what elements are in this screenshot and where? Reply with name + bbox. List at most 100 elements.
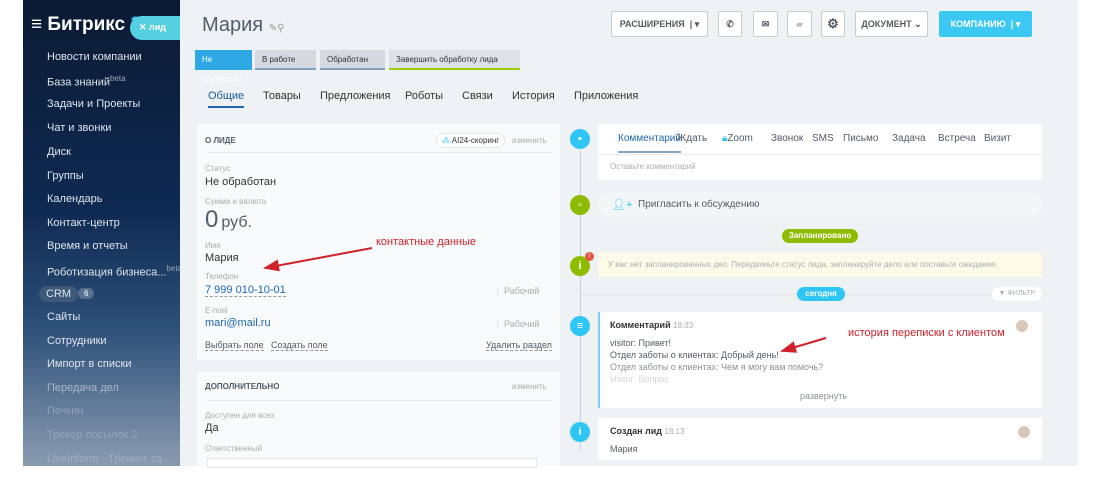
sidebar-item[interactable]: Диск bbox=[47, 146, 71, 158]
tab-offers[interactable]: Предложения bbox=[320, 90, 391, 102]
comment-line: visitor: Вопрос bbox=[610, 374, 669, 384]
editor-tab-sms[interactable]: SMS bbox=[812, 133, 834, 144]
tab-general[interactable]: Общие bbox=[208, 90, 245, 108]
sidebar-item[interactable]: Импорт в списки bbox=[47, 358, 131, 370]
phone-icon[interactable]: ✆ bbox=[718, 11, 742, 37]
comment-header: Комментарий 18:33 bbox=[610, 320, 693, 330]
sidebar-item[interactable]: Сайты bbox=[47, 311, 80, 323]
extensions-button[interactable]: РАСШИРЕНИЯ | ▾ bbox=[611, 11, 708, 37]
invite-button[interactable]: 👤︎+ Пригласить к обсуждению bbox=[598, 192, 1042, 218]
sidebar-item-label: Роботизация бизнеса... bbox=[47, 266, 167, 279]
today-badge: сегодня bbox=[797, 287, 845, 301]
edit-link[interactable]: изменить bbox=[512, 382, 547, 391]
stage-in-work[interactable]: В работе bbox=[255, 50, 316, 70]
sidebar-item[interactable]: Новости компании bbox=[47, 51, 142, 63]
created-name: Мария bbox=[610, 444, 638, 454]
divider bbox=[598, 154, 1042, 155]
entry-title: Создан лид bbox=[610, 426, 662, 436]
sidebar-item[interactable]: Группы bbox=[47, 170, 84, 182]
tab-products[interactable]: Товары bbox=[263, 90, 301, 102]
lead-label: лид bbox=[149, 22, 167, 32]
divider bbox=[205, 152, 552, 153]
filter-button[interactable]: ▼ фильтр bbox=[992, 287, 1042, 301]
sidebar: ≡ Битрикс 24 ✕ лид Новости компании База… bbox=[23, 0, 182, 466]
no-tasks-notice: У вас нет запланированных дел. Передвинь… bbox=[598, 253, 1042, 277]
sidebar-item[interactable]: Роботизация бизнеса...beta bbox=[47, 264, 182, 279]
stage-new[interactable]: Не обработан bbox=[195, 50, 252, 84]
edit-link[interactable]: изменить bbox=[512, 136, 547, 145]
responsible-field[interactable] bbox=[207, 458, 537, 468]
avail-label: Доступен для всех bbox=[205, 411, 275, 420]
sum-value: 0 руб. bbox=[205, 206, 252, 234]
phone-type: Рабочий bbox=[497, 286, 539, 296]
divider bbox=[205, 400, 552, 401]
planned-badge: Запланировано bbox=[782, 229, 858, 243]
document-label: ДОКУМЕНТ bbox=[861, 19, 912, 29]
stage-finish[interactable]: Завершить обработку лида bbox=[389, 50, 520, 70]
document-button[interactable]: ДОКУМЕНТ ⌄ bbox=[855, 11, 928, 37]
status-label: Статус bbox=[205, 164, 231, 173]
alert-badge: ! bbox=[585, 252, 594, 261]
editor-tab-meeting[interactable]: Встреча bbox=[938, 133, 976, 144]
avatar bbox=[1016, 320, 1028, 332]
entry-time: 18:13 bbox=[664, 427, 685, 436]
scoring-button[interactable]: ⁂ AI24-скоринг bbox=[436, 133, 506, 148]
sum-label: Сумма и валюта bbox=[205, 197, 267, 206]
page-title: Мария ✎⚲ bbox=[202, 14, 284, 37]
chat-icon[interactable]: ▰ bbox=[787, 11, 812, 37]
sidebar-item[interactable]: Трекер посылок 2 bbox=[47, 429, 138, 441]
expand-link[interactable]: развернуть bbox=[800, 391, 847, 401]
currency: руб. bbox=[221, 214, 252, 231]
annotation-history: история переписки с клиентом bbox=[848, 327, 1005, 339]
sidebar-item[interactable]: Передача дел bbox=[47, 382, 119, 394]
sidebar-item[interactable]: Контакт-центр bbox=[47, 217, 120, 229]
delete-section-link[interactable]: Удалить раздел bbox=[486, 340, 552, 351]
editor-tab-visit[interactable]: Визит bbox=[984, 133, 1011, 144]
phone-label: Телефон bbox=[205, 272, 239, 281]
logo-text: Битрикс bbox=[47, 14, 126, 35]
gear-icon[interactable]: ⚙ bbox=[821, 11, 845, 37]
stage-processed[interactable]: Обработан bbox=[320, 50, 385, 70]
zoom-label: Zoom bbox=[727, 133, 753, 144]
sidebar-item-crm[interactable]: CRM bbox=[39, 286, 79, 302]
editor-tab-comment[interactable]: Комментарий bbox=[618, 133, 681, 153]
sidebar-item[interactable]: Чат и звонки bbox=[47, 122, 111, 134]
sidebar-item[interactable]: Печкин bbox=[47, 405, 83, 417]
sidebar-item[interactable]: База знанийbeta bbox=[47, 74, 126, 89]
editor-tab-wait[interactable]: Ждать bbox=[677, 133, 707, 144]
mail-icon[interactable]: ✉ bbox=[753, 11, 778, 37]
sidebar-item[interactable]: Задачи и Проекты bbox=[47, 98, 140, 110]
comment-body: visitor: Привет! Отдел заботы о клиентах… bbox=[610, 337, 823, 385]
avatar bbox=[1018, 426, 1030, 438]
tab-history[interactable]: История bbox=[512, 90, 555, 102]
editor-tab-call[interactable]: Звонок bbox=[771, 133, 803, 144]
email-type: Рабочий bbox=[497, 319, 539, 329]
sidebar-item[interactable]: Сотрудники bbox=[47, 335, 107, 347]
email-value[interactable]: mari@mail.ru bbox=[205, 317, 271, 329]
phone-value[interactable]: 7 999 010-10-01 bbox=[205, 284, 286, 297]
editor-tab-email[interactable]: Письмо bbox=[843, 133, 878, 144]
comment-line: Отдел заботы о клиентах: Добрый день! bbox=[610, 350, 779, 360]
company-label: КОМПАНИЮ bbox=[950, 19, 1006, 29]
editor-tab-task[interactable]: Задача bbox=[892, 133, 926, 144]
avail-value: Да bbox=[205, 422, 219, 434]
tab-links[interactable]: Связи bbox=[462, 90, 493, 102]
invite-label: Пригласить к обсуждению bbox=[638, 199, 760, 210]
annotation-contacts: контактные данные bbox=[376, 236, 476, 248]
sidebar-item[interactable]: Время и отчеты bbox=[47, 240, 128, 252]
filter-label: фильтр bbox=[1007, 290, 1036, 297]
entry-time: 18:33 bbox=[673, 321, 694, 330]
editor-tab-zoom[interactable]: 🔒︎Zoom bbox=[722, 133, 753, 144]
sidebar-item[interactable]: Календарь bbox=[47, 193, 103, 205]
create-field-link[interactable]: Создать поле bbox=[271, 340, 328, 351]
comment-input[interactable]: Оставьте комментарий bbox=[610, 162, 696, 171]
close-lead-button[interactable]: ✕ лид bbox=[130, 16, 180, 40]
choose-field-link[interactable]: Выбрать поле bbox=[205, 340, 264, 351]
tab-robots[interactable]: Роботы bbox=[405, 90, 443, 102]
sidebar-item[interactable]: LiveInform - Трекинг за... bbox=[47, 453, 171, 465]
tab-apps[interactable]: Приложения bbox=[574, 90, 638, 102]
section-title: О ЛИДЕ bbox=[205, 136, 236, 145]
name-value: Мария bbox=[205, 252, 239, 264]
edit-icon[interactable]: ✎⚲ bbox=[269, 23, 285, 34]
company-button[interactable]: КОМПАНИЮ | ▾ bbox=[939, 11, 1032, 37]
